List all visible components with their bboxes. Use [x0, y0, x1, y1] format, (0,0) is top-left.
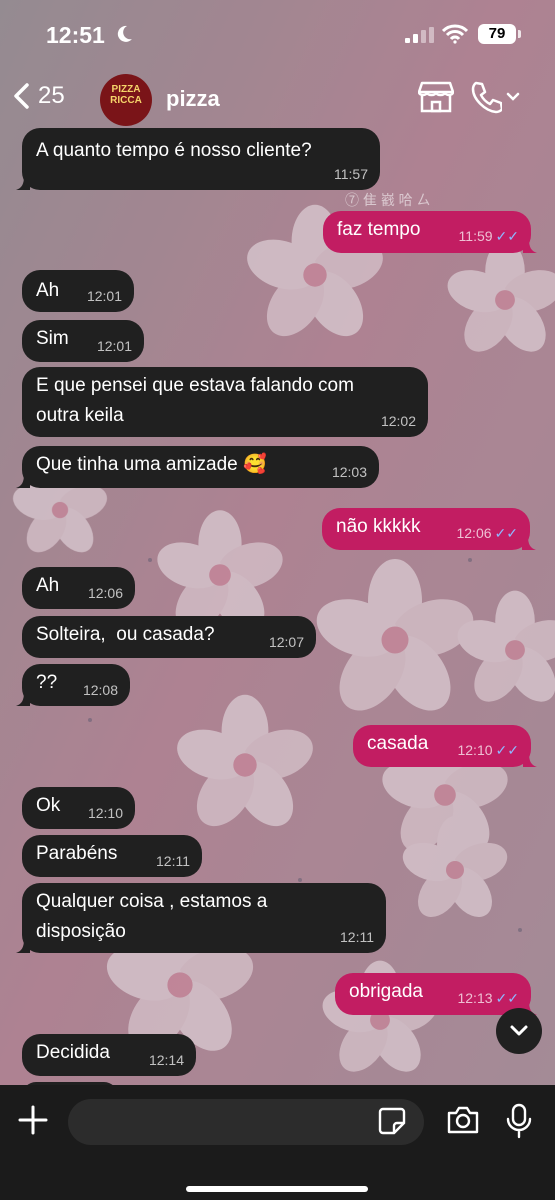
message-time-status: 12:10 ✓✓	[457, 742, 519, 759]
avatar[interactable]: PIZZA RICCA	[100, 74, 152, 126]
message-incoming[interactable]: A quanto tempo é nosso cliente? 11:57	[16, 128, 380, 190]
message-incoming[interactable]: Ah 12:01	[22, 270, 134, 312]
bubble-tail	[16, 176, 30, 190]
shop-icon[interactable]	[418, 80, 454, 114]
message-incoming[interactable]: Ok 12:10	[22, 787, 135, 829]
message-text: não kkkkk	[336, 516, 421, 537]
battery-indicator: 79	[478, 24, 516, 44]
phone-icon[interactable]	[470, 80, 502, 114]
bubble-tail	[523, 239, 537, 253]
message-text: Que tinha uma amizade 🥰	[36, 454, 267, 475]
message-time-status: 11:59 ✓✓	[459, 228, 519, 245]
composer-bar	[0, 1085, 555, 1200]
message-time: 12:13	[457, 990, 493, 1006]
message-text: Solteira, ou casada?	[36, 624, 215, 645]
read-receipt-icon: ✓✓	[495, 742, 519, 758]
message-incoming[interactable]: Decidida 12:14	[22, 1034, 196, 1076]
plus-icon[interactable]	[16, 1103, 50, 1137]
wallpaper-caption: ⑦ 隹 巀 哈 ㄙ	[345, 192, 431, 208]
read-receipt-icon: ✓✓	[494, 525, 518, 541]
message-incoming[interactable]: Que tinha uma amizade 🥰 12:03	[16, 446, 379, 488]
message-text: faz tempo	[337, 219, 421, 240]
message-outgoing[interactable]: faz tempo 11:59 ✓✓	[323, 211, 537, 253]
message-incoming[interactable]: Solteira, ou casada? 12:07	[22, 616, 316, 658]
mic-icon[interactable]	[506, 1103, 532, 1139]
read-receipt-icon: ✓✓	[495, 990, 519, 1006]
message-input[interactable]	[68, 1099, 424, 1145]
message-text-line1: E que pensei que estava falando com	[36, 375, 354, 396]
message-time: 12:11	[340, 929, 374, 945]
message-outgoing[interactable]: não kkkkk 12:06 ✓✓	[322, 508, 536, 550]
unread-count: 25	[38, 82, 65, 109]
chevron-down-icon[interactable]	[506, 92, 520, 102]
home-indicator	[186, 1186, 368, 1192]
message-text-line2: outra keila	[36, 405, 124, 426]
message-time: 12:11	[156, 853, 190, 869]
message-time: 12:02	[380, 413, 416, 429]
message-outgoing[interactable]: obrigada 12:13 ✓✓	[335, 973, 537, 1015]
message-text: ??	[36, 672, 58, 693]
message-incoming[interactable]: Sim 12:01	[22, 320, 144, 362]
contact-name[interactable]: pizza	[166, 86, 220, 112]
message-time: 12:08	[82, 682, 118, 698]
message-incoming[interactable]: ?? 12:08	[16, 664, 130, 706]
avatar-logo-text: PIZZA RICCA	[110, 84, 142, 106]
message-incoming[interactable]: Qualquer coisa , estamos a disposição 12…	[16, 883, 386, 953]
message-incoming[interactable]: E que pensei que estava falando com outr…	[22, 367, 428, 437]
status-bar: 12:51 79	[0, 0, 555, 70]
message-time: 12:06	[456, 525, 492, 541]
message-text: Sim	[36, 328, 69, 349]
bubble-tail	[523, 753, 537, 767]
moon-icon	[117, 25, 132, 42]
message-time: 11:59	[458, 228, 493, 244]
chevron-down-icon	[510, 1025, 528, 1036]
message-time: 12:06	[87, 585, 123, 601]
camera-icon[interactable]	[446, 1105, 480, 1135]
bubble-tail	[522, 536, 536, 550]
message-text: Decidida	[36, 1042, 110, 1063]
message-text: casada	[367, 733, 429, 754]
message-time: 12:01	[86, 288, 122, 304]
message-time-status: 12:06 ✓✓	[456, 525, 518, 542]
wifi-icon	[442, 24, 468, 44]
read-receipt-icon: ✓✓	[495, 228, 519, 244]
message-time: 12:07	[268, 634, 304, 650]
message-time: 12:14	[148, 1052, 184, 1068]
bubble-tail	[16, 474, 30, 488]
scroll-to-bottom-button[interactable]	[496, 1008, 542, 1054]
back-button[interactable]: 25	[12, 82, 65, 110]
message-time: 12:10	[87, 805, 123, 821]
battery-tip	[518, 30, 521, 38]
message-text: Parabéns	[36, 843, 118, 864]
message-time: 12:10	[457, 742, 493, 758]
message-text: obrigada	[349, 981, 423, 1002]
message-time-status: 12:13 ✓✓	[457, 990, 519, 1007]
bubble-tail	[16, 692, 30, 706]
message-text: Ah	[36, 575, 60, 596]
message-text: A quanto tempo é nosso cliente?	[36, 140, 312, 161]
sticker-icon[interactable]	[378, 1107, 406, 1135]
message-text-line1: Qualquer coisa , estamos a	[36, 891, 268, 912]
status-time: 12:51	[46, 22, 105, 48]
message-text-line2: disposição	[36, 921, 126, 942]
message-incoming[interactable]: Ah 12:06	[22, 567, 135, 609]
message-time: 12:01	[96, 338, 132, 354]
message-time: 11:57	[334, 166, 368, 182]
message-incoming[interactable]: Parabéns 12:11	[22, 835, 202, 877]
chat-header: 25 PIZZA RICCA pizza	[0, 70, 555, 130]
back-chevron-icon	[14, 83, 29, 109]
message-text: Ok	[36, 795, 61, 816]
bubble-tail	[16, 939, 30, 953]
signal-icon	[405, 27, 434, 43]
message-outgoing[interactable]: casada 12:10 ✓✓	[353, 725, 537, 767]
message-time: 12:03	[331, 464, 367, 480]
message-text: Ah	[36, 280, 60, 301]
